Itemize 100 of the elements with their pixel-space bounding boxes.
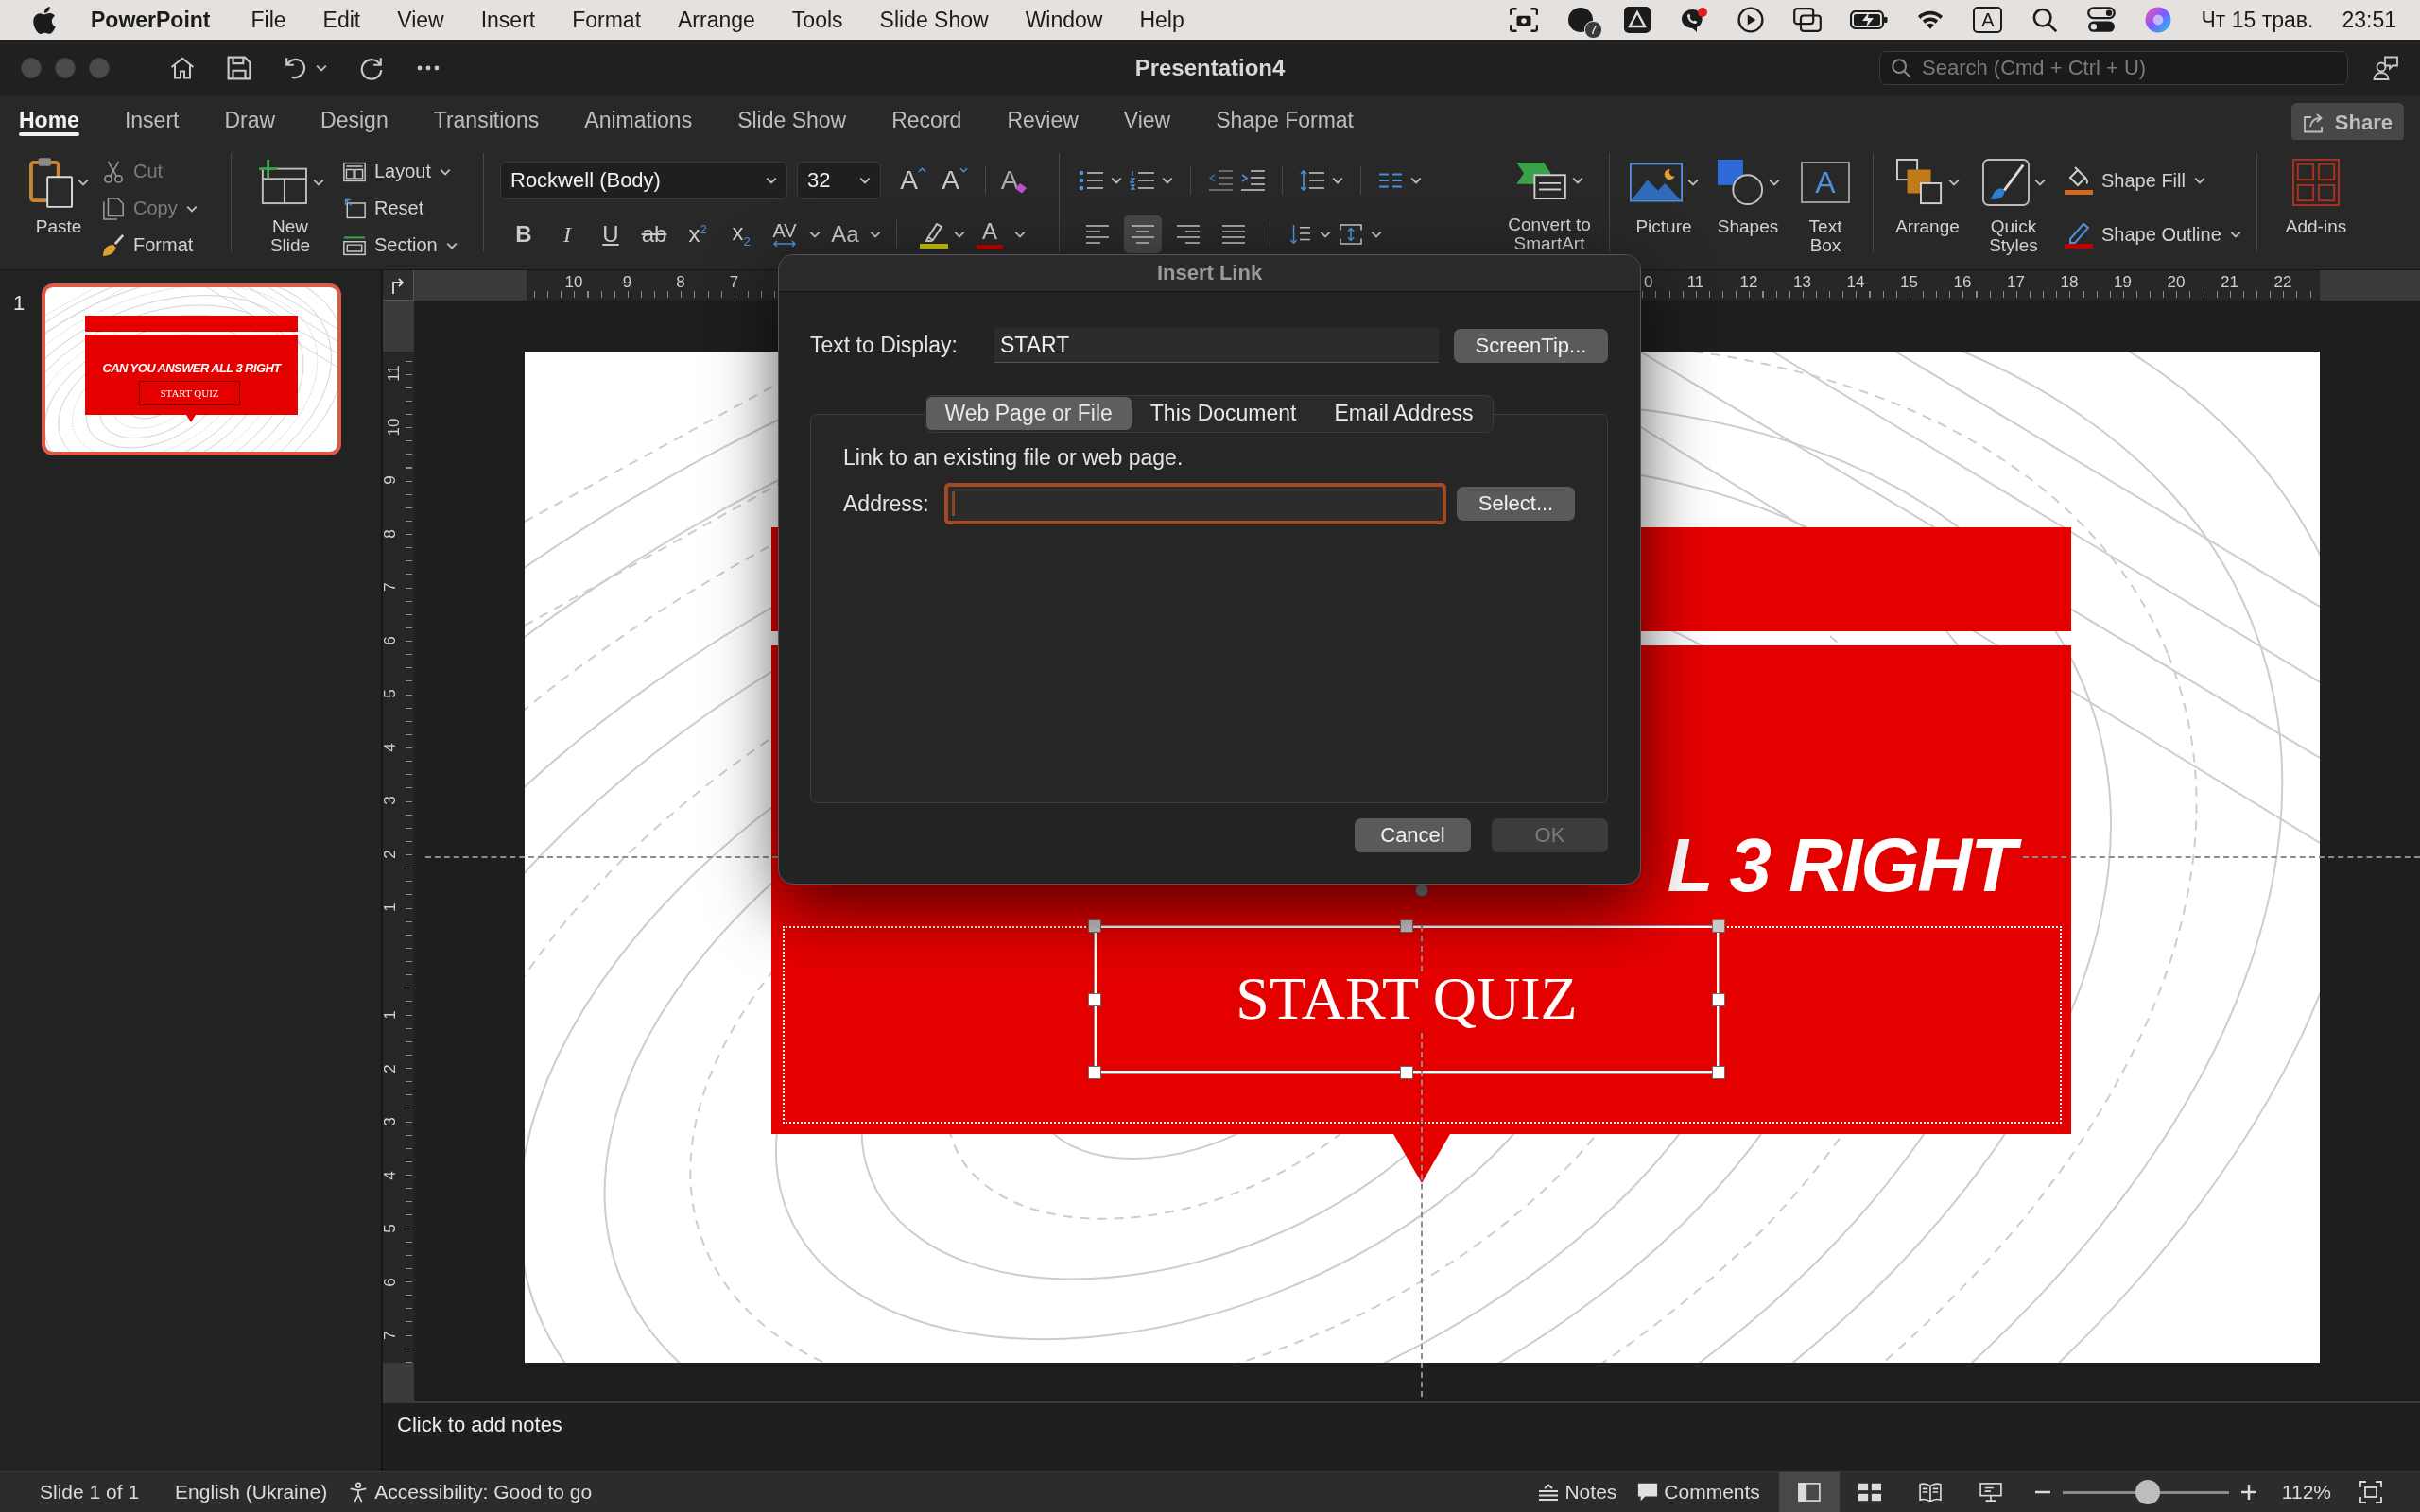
clipboard-command[interactable]: Format xyxy=(102,227,198,264)
resize-handle[interactable] xyxy=(1088,919,1101,933)
input-source-indicator[interactable]: A xyxy=(1973,7,2003,33)
font-style-button[interactable]: x$_{2}$ xyxy=(722,215,760,253)
font-style-button[interactable]: AV xyxy=(766,215,804,253)
address-field[interactable] xyxy=(944,483,1446,524)
search-field[interactable]: Search (Cmd + Ctrl + U) xyxy=(1879,51,2348,85)
font-style-button[interactable]: I xyxy=(548,215,586,253)
redo-icon[interactable] xyxy=(359,56,384,80)
windows-icon[interactable] xyxy=(1793,7,1823,33)
line-spacing-icon[interactable] xyxy=(1300,170,1324,191)
menu-item[interactable]: Format xyxy=(572,7,642,33)
menu-item[interactable]: Insert xyxy=(480,7,536,33)
notes-button[interactable]: Notes xyxy=(1538,1481,1617,1503)
undo-icon[interactable] xyxy=(284,56,308,80)
menu-item[interactable]: Tools xyxy=(791,7,843,33)
menu-item[interactable]: Edit xyxy=(322,7,361,33)
highlighter-icon[interactable] xyxy=(920,220,948,249)
view-button[interactable] xyxy=(1778,1472,1840,1512)
shrink-font-button[interactable]: A xyxy=(934,162,976,199)
tab-stop-icon[interactable] xyxy=(391,276,405,294)
resize-handle[interactable] xyxy=(1088,1066,1101,1079)
shape-fill-button[interactable]: Shape Fill xyxy=(2065,162,2241,199)
screentip-button[interactable]: ScreenTip... xyxy=(1454,328,1608,363)
search-icon[interactable] xyxy=(2031,7,2060,33)
zoom-out-icon[interactable] xyxy=(2033,1490,2051,1494)
text-to-display-field[interactable]: START xyxy=(994,328,1439,363)
ribbon-tab[interactable]: Home xyxy=(19,96,79,136)
link-type-tab[interactable]: Email Address xyxy=(1315,397,1493,430)
ribbon-tab[interactable]: Transitions xyxy=(433,96,540,136)
people-chat-icon[interactable] xyxy=(2373,56,2399,80)
menu-item[interactable]: View xyxy=(397,7,444,33)
comments-button[interactable]: Comments xyxy=(1637,1481,1760,1503)
ribbon-tab[interactable]: Record xyxy=(891,96,962,136)
arrange-button[interactable]: Arrange xyxy=(1885,140,1970,259)
resize-handle[interactable] xyxy=(1400,919,1413,933)
app-menu[interactable]: PowerPoint xyxy=(91,7,211,33)
text-direction-icon[interactable] xyxy=(1288,224,1312,245)
phone-bubble-icon[interactable] xyxy=(1680,7,1709,33)
new-slide-button[interactable]: New Slide xyxy=(243,140,337,259)
home-icon[interactable] xyxy=(170,56,195,80)
dialog-button[interactable]: Cancel xyxy=(1355,818,1471,852)
ribbon-tab[interactable]: Animations xyxy=(584,96,693,136)
siri-icon[interactable] xyxy=(2144,7,2173,33)
shape-outline-button[interactable]: Shape Outline xyxy=(2065,215,2241,253)
save-icon[interactable] xyxy=(227,56,251,80)
slide-command[interactable]: Reset xyxy=(343,190,458,227)
numbering-icon[interactable] xyxy=(1130,170,1154,191)
font-style-button[interactable]: U xyxy=(592,215,630,253)
slide-command[interactable]: Layout xyxy=(343,153,458,190)
ribbon-tab[interactable]: Review xyxy=(1007,96,1079,136)
font-style-button[interactable]: ab xyxy=(635,215,673,253)
play-icon[interactable] xyxy=(1737,7,1766,33)
menu-item[interactable]: Arrange xyxy=(678,7,755,33)
clear-formatting-button[interactable]: A xyxy=(995,162,1033,199)
link-type-tab[interactable]: Web Page or File xyxy=(925,397,1132,430)
quick-styles-button[interactable]: Quick Styles xyxy=(1970,140,2057,259)
screenshot-icon[interactable] xyxy=(1510,7,1539,33)
decrease-indent-icon[interactable] xyxy=(1208,170,1233,191)
zoom-percentage[interactable]: 112% xyxy=(2281,1481,2331,1503)
ribbon-tab[interactable]: View xyxy=(1123,96,1171,136)
zoom-in-icon[interactable] xyxy=(2239,1484,2257,1501)
increase-indent-icon[interactable] xyxy=(1240,170,1265,191)
fit-slide-icon[interactable] xyxy=(2360,1481,2382,1503)
zoom-slider-thumb[interactable] xyxy=(2135,1480,2160,1504)
triangle-tile-icon[interactable] xyxy=(1623,7,1652,33)
text-box-frame[interactable]: START QUIZ xyxy=(1095,926,1719,1073)
menu-item[interactable]: Window xyxy=(1025,7,1103,33)
accessibility-button[interactable]: Accessibility: Good to go xyxy=(348,1481,593,1503)
slide-command[interactable]: Section xyxy=(343,227,458,264)
select-button[interactable]: Select... xyxy=(1457,487,1575,521)
battery-icon[interactable] xyxy=(1850,10,1889,29)
more-icon[interactable] xyxy=(416,65,441,71)
bullets-icon[interactable] xyxy=(1079,170,1103,191)
align-button[interactable] xyxy=(1124,215,1162,253)
insert-button[interactable]: A Text Box xyxy=(1789,140,1861,259)
font-style-button[interactable]: B xyxy=(505,215,543,253)
link-type-tab[interactable]: This Document xyxy=(1131,397,1316,430)
font-family-dropdown[interactable]: Rockwell (Body) xyxy=(500,162,787,199)
apple-logo-icon[interactable] xyxy=(33,6,56,34)
convert-to-smartart-button[interactable]: Convert to SmartArt xyxy=(1501,140,1598,253)
slide-thumbnail[interactable]: CAN YOU ANSWER ALL 3 RIGHT START QUIZ xyxy=(42,284,341,455)
menu-item[interactable]: Help xyxy=(1139,7,1184,33)
ribbon-tab[interactable]: Insert xyxy=(124,96,180,136)
clock-time[interactable]: 23:51 xyxy=(2342,7,2396,33)
resize-handle[interactable] xyxy=(1712,919,1725,933)
resize-handle[interactable] xyxy=(1712,1066,1725,1079)
share-button[interactable]: Share xyxy=(2290,103,2404,142)
menu-item[interactable]: Slide Show xyxy=(879,7,989,33)
language-status[interactable]: English (Ukraine) xyxy=(175,1481,328,1503)
insert-button[interactable]: Shapes xyxy=(1706,140,1789,259)
font-style-button[interactable]: x$^{2}$ xyxy=(679,215,717,253)
ribbon-tab[interactable]: Slide Show xyxy=(737,96,847,136)
resize-handle[interactable] xyxy=(1400,1066,1413,1079)
paste-button[interactable]: Paste xyxy=(15,140,102,259)
font-color-button[interactable]: A xyxy=(971,215,1009,253)
control-center-icon[interactable] xyxy=(2087,7,2117,33)
notes-field[interactable]: Click to add notes xyxy=(397,1413,964,1437)
grow-font-button[interactable]: A xyxy=(892,162,934,199)
circle-app-icon[interactable] xyxy=(1566,7,1596,33)
